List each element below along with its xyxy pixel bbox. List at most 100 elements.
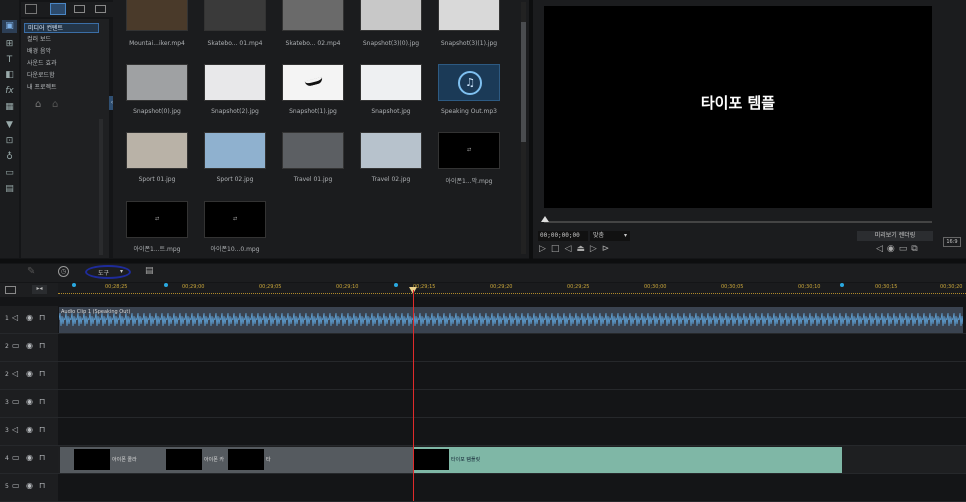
- play-icon[interactable]: ▷: [539, 244, 551, 254]
- lock-icon[interactable]: ⊓: [39, 341, 45, 350]
- speaker-icon[interactable]: ◁: [12, 369, 18, 378]
- lock-icon[interactable]: ⊓: [39, 481, 45, 490]
- media-scrollbar[interactable]: [521, 2, 526, 254]
- audio-clip-speaking-out[interactable]: Audio Clip 1 (Speaking Out): [59, 307, 963, 333]
- media-thumb-sport2[interactable]: [204, 132, 266, 169]
- media-scrollbar-thumb[interactable]: [521, 22, 526, 142]
- tag-add-icon[interactable]: ⌂: [35, 99, 41, 110]
- voice-record-icon[interactable]: ♁: [2, 151, 17, 164]
- media-thumb-skate2[interactable]: [282, 0, 344, 31]
- prev-frame-icon[interactable]: ◁: [564, 244, 576, 254]
- tree-item-my-projects[interactable]: 내 프로젝트: [24, 83, 99, 93]
- pip-room-icon[interactable]: ▦: [2, 101, 17, 114]
- preview-scrub-bar[interactable]: [541, 216, 932, 223]
- media-filter-all-icon[interactable]: [50, 3, 66, 15]
- title-room-icon[interactable]: T: [2, 54, 17, 67]
- undock-icon[interactable]: ⧉: [911, 244, 921, 254]
- lock-icon[interactable]: ⊓: [39, 425, 45, 434]
- aspect-ratio-button[interactable]: 16:9: [943, 237, 961, 247]
- eye-icon[interactable]: ◉: [26, 369, 33, 378]
- track-manager-icon[interactable]: [5, 286, 16, 294]
- eye-icon[interactable]: ◉: [26, 425, 33, 434]
- fit-timeline-icon[interactable]: ▸◂: [32, 285, 47, 294]
- track-header: 2 ◁ ◉ ⊓: [0, 362, 58, 389]
- eye-icon[interactable]: ◉: [26, 341, 33, 350]
- media-thumb-speaking-out[interactable]: ♫: [438, 64, 500, 101]
- volume-icon[interactable]: ◁: [876, 244, 887, 254]
- tools-menu-button[interactable]: 도구 ▾: [85, 265, 131, 279]
- playhead-line[interactable]: [413, 290, 414, 501]
- lock-icon[interactable]: ⊓: [39, 453, 45, 462]
- audio-mixing-icon[interactable]: ▤: [2, 183, 17, 196]
- media-thumb-mountain[interactable]: [126, 0, 188, 31]
- video-clip[interactable]: 타: [228, 447, 413, 473]
- media-thumb-iphone-clip1[interactable]: ⇄: [438, 132, 500, 169]
- tree-item-downloads[interactable]: 다운로드함: [24, 71, 99, 81]
- marker-dot[interactable]: [840, 283, 844, 287]
- tag-remove-icon[interactable]: ⌂: [52, 99, 58, 110]
- timeline-ruler[interactable]: 00;28;25 00;29;00 00;29;05 00;29;10 00;2…: [58, 283, 966, 297]
- fast-forward-icon[interactable]: ⊳: [602, 244, 615, 254]
- media-thumb-skate1[interactable]: [204, 0, 266, 31]
- tree-item-sound-fx[interactable]: 사운드 효과: [24, 59, 99, 69]
- title-clip-typo-template[interactable]: 타이포 템플릿: [413, 447, 842, 473]
- chapter-room-icon[interactable]: ⊡: [2, 135, 17, 148]
- screen-icon[interactable]: ▭: [12, 341, 20, 350]
- screen-icon[interactable]: ▭: [12, 397, 20, 406]
- fx-room-icon[interactable]: fx: [2, 85, 17, 98]
- preview-scrub-handle[interactable]: [541, 216, 549, 222]
- particle-room-icon[interactable]: ▼: [2, 119, 17, 132]
- display-icon[interactable]: ▭: [899, 244, 912, 254]
- tree-scrollbar[interactable]: [99, 119, 103, 255]
- screen-icon[interactable]: ▭: [12, 481, 20, 490]
- eye-icon[interactable]: ◉: [26, 397, 33, 406]
- snapshot-marker-icon[interactable]: ⏏: [576, 244, 590, 254]
- export-list-icon[interactable]: ▤: [145, 266, 154, 276]
- video-filter-icon[interactable]: [74, 5, 85, 13]
- vertical-splitter[interactable]: [529, 0, 533, 259]
- media-thumb-snap[interactable]: [360, 64, 422, 101]
- eye-icon[interactable]: ◉: [26, 453, 33, 462]
- media-thumb-sport1[interactable]: [126, 132, 188, 169]
- transition-room-icon[interactable]: ◧: [2, 69, 17, 82]
- fit-dropdown[interactable]: 맞춤 ▾: [590, 231, 630, 241]
- edit-pen-icon[interactable]: ✎: [27, 266, 35, 277]
- stop-icon[interactable]: □: [551, 244, 565, 254]
- import-icon[interactable]: [25, 4, 37, 14]
- eye-icon[interactable]: ◉: [26, 481, 33, 490]
- lock-icon[interactable]: ⊓: [39, 369, 45, 378]
- marker-dot[interactable]: [394, 283, 398, 287]
- lock-icon[interactable]: ⊓: [39, 313, 45, 322]
- marker-dot[interactable]: [72, 283, 76, 287]
- media-thumb-travel2[interactable]: [360, 132, 422, 169]
- media-thumb-iphone-clip2[interactable]: ⇄: [126, 201, 188, 238]
- speaker-icon[interactable]: ◁: [12, 313, 18, 322]
- media-thumb-snap31[interactable]: [438, 0, 500, 31]
- effects-room-icon[interactable]: ⊞: [2, 38, 17, 51]
- media-thumb-snap30[interactable]: [360, 0, 422, 31]
- marker-dot[interactable]: [164, 283, 168, 287]
- media-thumb-snap1[interactable]: [282, 64, 344, 101]
- screen-icon[interactable]: ▭: [12, 453, 20, 462]
- media-thumb-travel1[interactable]: [282, 132, 344, 169]
- video-clip[interactable]: 아이폰 콜라: [60, 447, 166, 473]
- media-thumb-snap2[interactable]: [204, 64, 266, 101]
- panel-splitter[interactable]: [0, 259, 966, 263]
- timecode-display[interactable]: 00;00;00;00: [538, 231, 588, 241]
- lock-icon[interactable]: ⊓: [39, 397, 45, 406]
- media-thumb-iphone-clip3[interactable]: ⇄: [204, 201, 266, 238]
- camera-icon[interactable]: ◉: [887, 244, 899, 254]
- media-thumb-snap0[interactable]: [126, 64, 188, 101]
- preview-render-button[interactable]: 미리보기 렌더링: [857, 231, 933, 241]
- speaker-icon[interactable]: ◁: [12, 425, 18, 434]
- tree-item-bgm[interactable]: 배경 음악: [24, 47, 99, 57]
- tree-item-media-content[interactable]: 미디어 컨텐트: [24, 23, 99, 33]
- eye-icon[interactable]: ◉: [26, 313, 33, 322]
- tree-item-color-board[interactable]: 컬러 보드: [24, 35, 99, 45]
- next-frame-icon[interactable]: ▷: [590, 244, 602, 254]
- image-filter-icon[interactable]: [95, 5, 106, 13]
- clock-icon[interactable]: ◷: [58, 266, 69, 277]
- video-clip[interactable]: 아이폰 카: [166, 447, 228, 473]
- subtitle-room-icon[interactable]: ▭: [2, 167, 17, 180]
- media-room-icon[interactable]: ▣: [2, 20, 17, 33]
